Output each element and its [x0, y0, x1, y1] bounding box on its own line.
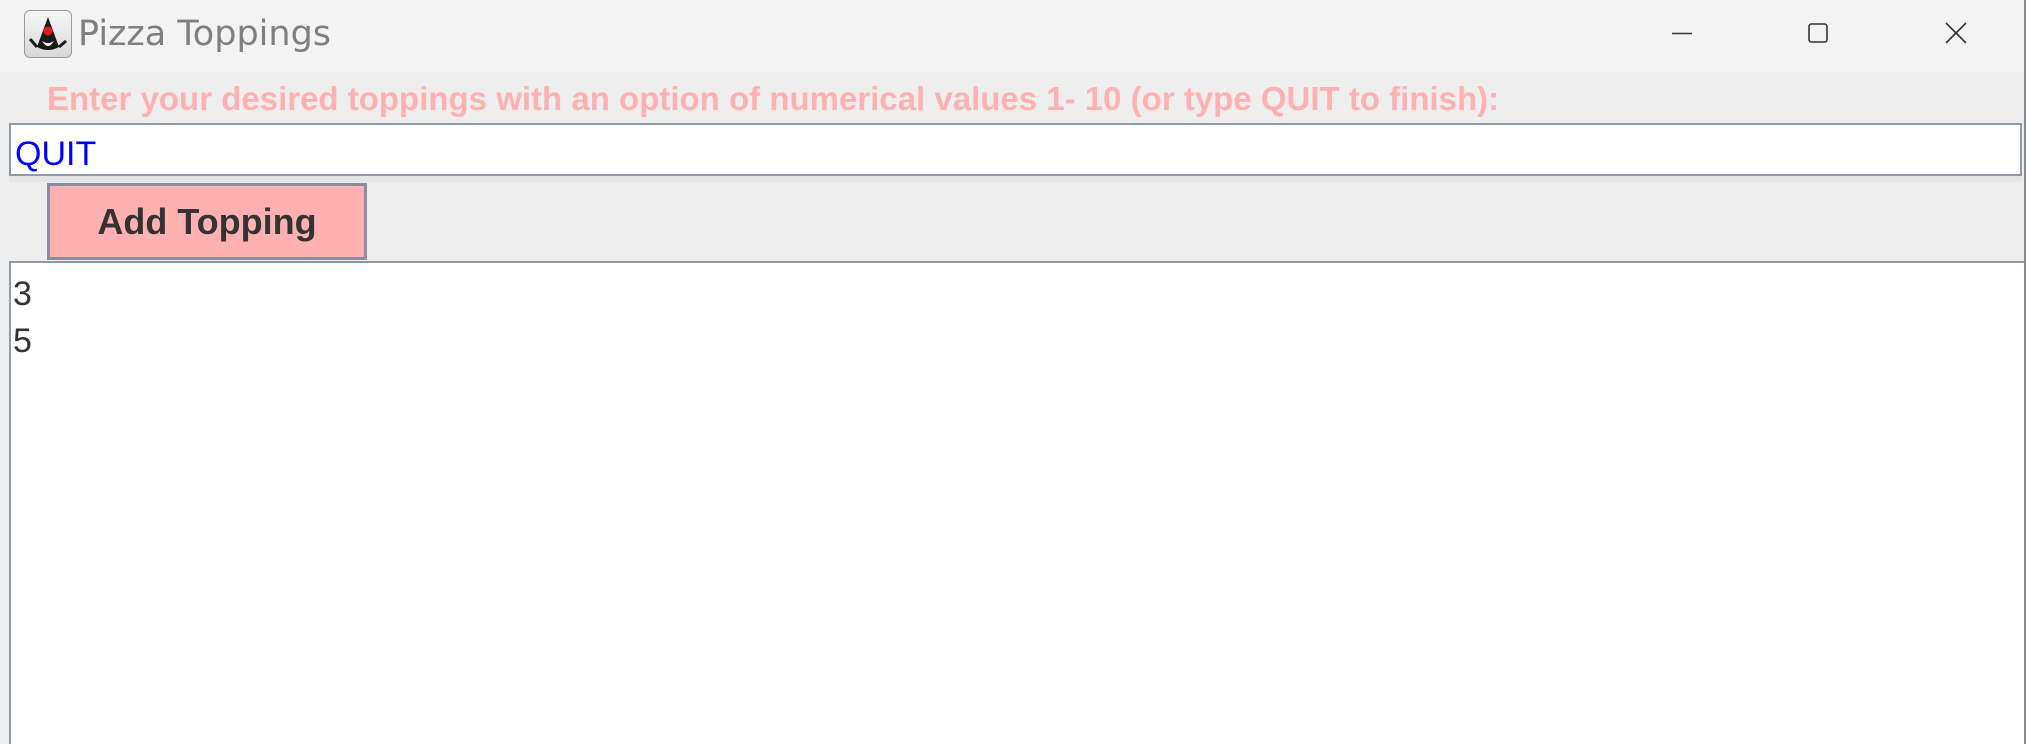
app-window: Pizza Toppings Enter your desired toppin…	[0, 0, 2026, 744]
maximize-icon	[1808, 23, 1828, 43]
toppings-output-area[interactable]: 3 5	[9, 261, 2024, 744]
title-bar[interactable]: Pizza Toppings	[0, 0, 2024, 72]
topping-input[interactable]	[9, 123, 2022, 176]
java-duke-icon	[24, 10, 72, 58]
add-topping-button[interactable]: Add Topping	[47, 183, 367, 260]
minimize-button[interactable]	[1614, 0, 1750, 66]
maximize-button[interactable]	[1750, 0, 1886, 66]
output-line: 3	[13, 275, 32, 313]
close-button[interactable]	[1888, 0, 2024, 66]
toppings-prompt-label: Enter your desired toppings with an opti…	[47, 80, 1500, 117]
window-title: Pizza Toppings	[78, 14, 332, 54]
divider	[9, 176, 2022, 182]
close-icon	[1945, 22, 1967, 44]
output-line: 5	[13, 322, 32, 360]
minimize-icon	[1672, 32, 1692, 35]
